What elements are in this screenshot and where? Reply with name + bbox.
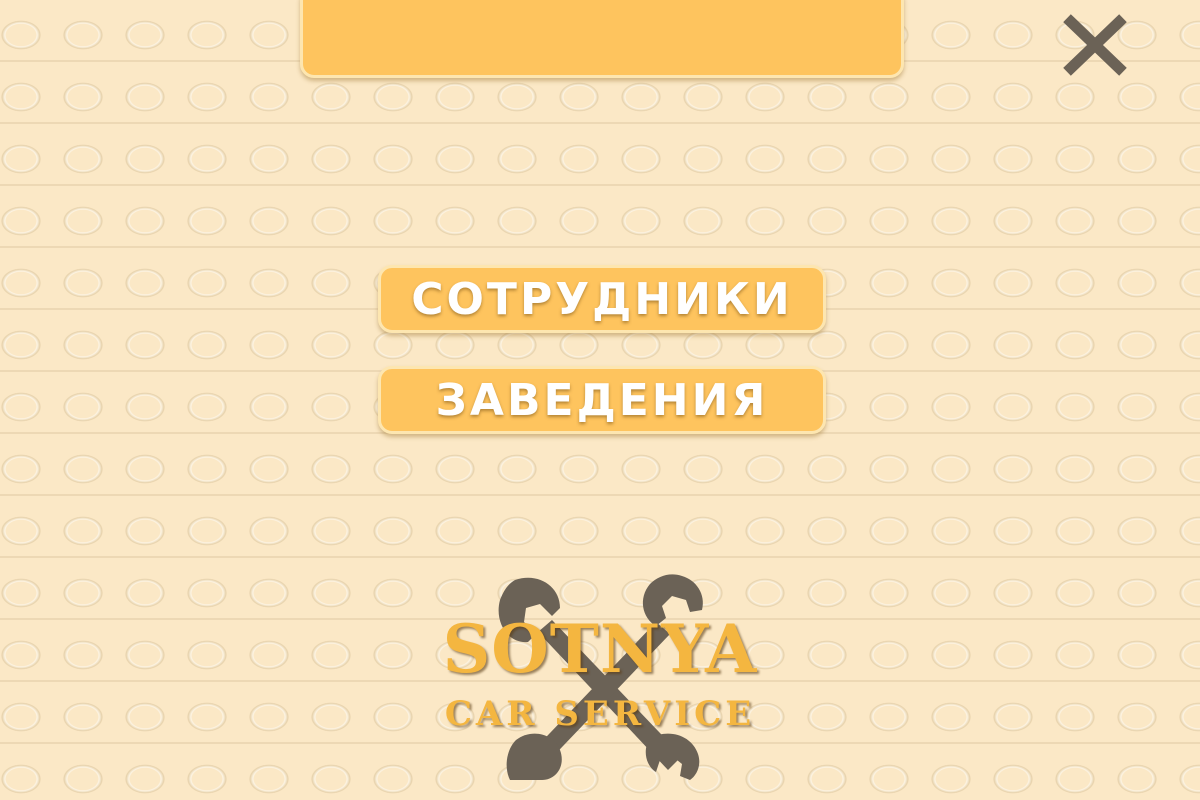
logo-subtitle: CAR SERVICE xyxy=(444,694,756,734)
employees-button[interactable]: СОТРУДНИКИ xyxy=(378,265,826,333)
close-icon xyxy=(1063,14,1127,76)
top-banner xyxy=(300,0,904,78)
employees-button-label: СОТРУДНИКИ xyxy=(411,273,793,325)
establishments-button-label: ЗАВЕДЕНИЯ xyxy=(435,374,769,426)
establishments-button[interactable]: ЗАВЕДЕНИЯ xyxy=(378,366,826,434)
close-button[interactable] xyxy=(1062,14,1128,76)
logo: SOTNYA CAR SERVICE xyxy=(420,570,780,780)
logo-title: SOTNYA xyxy=(442,610,758,688)
